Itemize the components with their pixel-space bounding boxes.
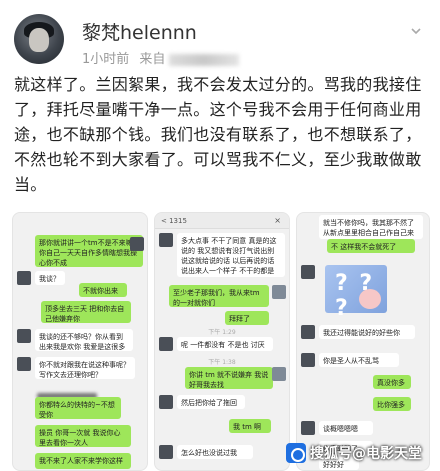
sticker-character	[359, 289, 381, 309]
avatar	[272, 367, 286, 381]
chat-bubble: 你不就对跟我在说这种事呢？写作文去还理你吧？	[35, 357, 135, 379]
chat-bubble: 那你就讲讲一个tm不是不来嘛你自己一天天自作多情瞎想我操心你不成	[35, 235, 143, 267]
close-icon[interactable]: ×	[274, 216, 281, 225]
chat-bubble: 你都特么的快特的~不想受你	[35, 397, 121, 419]
blurred-source	[169, 53, 240, 66]
chat-bubble: 然后把你给了拖回	[177, 395, 245, 409]
avatar	[301, 325, 315, 339]
chat-bubble: 我 tm 啊	[229, 419, 271, 433]
username[interactable]: 黎梵helennn	[82, 18, 197, 45]
chat-bubble: 我还过得能说好的好些你	[319, 325, 415, 339]
back-button[interactable]: < 1315	[161, 217, 187, 225]
post-meta: 1小时前 来自	[82, 48, 240, 67]
watermark: 搜狐号@电影天堂	[286, 441, 422, 465]
post-time: 1小时前	[82, 52, 130, 67]
watermark-text: 搜狐号@电影天堂	[310, 446, 422, 462]
chat-timestamp: 下午 1:38	[208, 359, 236, 366]
avatar	[159, 233, 173, 247]
chat-bubble: 呢 一件都没有 不是也 讨厌了	[177, 337, 273, 351]
sohu-logo-icon	[286, 443, 306, 463]
chat-bubble: 比你强多	[373, 397, 411, 411]
chat-screenshot-left[interactable]: 那你就讲讲一个tm不是不来嘛你自己一天天自作多情瞎想我操心你不成 我谈？ 不就你…	[12, 212, 148, 471]
post-source-prefix: 来自	[139, 52, 166, 67]
avatar	[159, 395, 173, 409]
chat-bubble: 我谈？	[35, 271, 65, 285]
chat-bubble: 谈概嗯嗯嗯	[319, 421, 373, 435]
chat-bubble: 就当不修你吗，我其那不然了从新点里里相合自己作自己来么 你好	[319, 215, 423, 239]
avatar-face	[29, 28, 49, 52]
avatar[interactable]	[14, 14, 64, 64]
avatar	[301, 353, 315, 367]
chat-bubble: 拜拜了	[225, 311, 269, 325]
chevron-down-icon[interactable]	[410, 22, 422, 35]
chat-bubble: 至少老子那我们，我从来tm的一对就你们	[169, 285, 269, 307]
avatar	[159, 337, 173, 351]
chat-bubble: 你是圣人从不乱骂	[319, 353, 399, 367]
avatar	[301, 265, 315, 279]
avatar	[17, 357, 31, 371]
avatar	[130, 237, 144, 251]
chat-timestamp: 下午 1:29	[208, 329, 236, 336]
avatar	[17, 329, 31, 343]
chat-screenshot-middle[interactable]: < 1315 × 多大点事 不干了同意 真是的这说的 我又想说有没打气说出别说这…	[154, 212, 290, 471]
avatar	[17, 271, 31, 285]
chat-bubble: 操员 你哥一次就 我说你心里去看你一次人	[35, 425, 131, 447]
chat-bubble: 不就你出来了	[79, 283, 127, 297]
post-header: 黎梵helennn 1小时前 来自	[0, 0, 440, 70]
sticker-image: ? ? ?	[325, 265, 387, 321]
screenshot-grid: 那你就讲讲一个tm不是不来嘛你自己一天天自作多情瞎想我操心你不成 我谈？ 不就你…	[12, 212, 430, 471]
avatar	[301, 421, 315, 435]
chat-bubble: 真没你多	[373, 375, 411, 389]
chat-screenshot-right[interactable]: 就当不修你吗，我其那不然了从新点里里相合自己作自己来么 你好 不 这样我不会就死…	[296, 212, 430, 471]
chat-bubble: 不 这样我不会就死了	[327, 239, 415, 253]
chat-topbar: < 1315 ×	[155, 213, 289, 229]
chat-bubble: 我谈的还不够吗？你从看到出来我是欢你 我爱是这很多的？	[35, 329, 133, 351]
post-body: 就这样了。兰因絮果，我不会发太过分的。骂我的我接住了，拜托尽量嘴干净一点。这个号…	[14, 75, 422, 194]
avatar	[159, 445, 173, 459]
chat-bubble: 我不来了人家不来学你这样	[35, 453, 131, 469]
chat-bubble: 顶多坐去三天 把和你去自己他嫌弃你	[41, 301, 131, 323]
chat-bubble: 怎么好也没说过我	[177, 445, 253, 459]
avatar	[272, 285, 286, 299]
chat-bubble: 多大点事 不干了同意 真是的这说的 我又想说有没打气说出别说这就给说的话 以后再…	[177, 233, 285, 277]
chat-bubble: 你讲 tm 就不说嫌弃 我说好哥我去找	[185, 367, 273, 389]
